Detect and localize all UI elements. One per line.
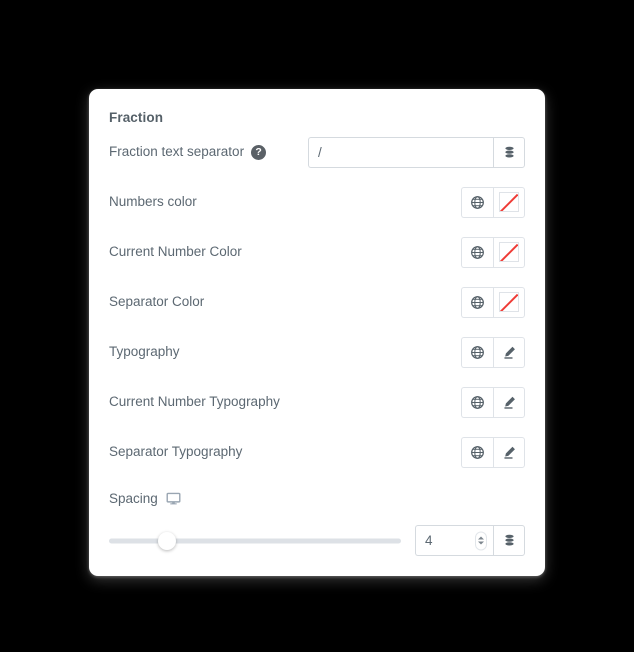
separator-input-group	[308, 136, 525, 168]
typography-controls	[461, 336, 525, 368]
row-label-group: Separator Typography	[109, 443, 242, 461]
row-label-group: Current Number Color	[109, 243, 242, 261]
globe-icon	[471, 445, 484, 459]
panel-title: Fraction	[109, 110, 164, 125]
fraction-settings-panel: Fraction Fraction text separator ? / Num…	[89, 89, 545, 576]
separator-typography-label: Separator Typography	[109, 444, 243, 459]
pencil-edit-icon	[503, 446, 515, 459]
current-number-typography-label: Current Number Typography	[109, 394, 280, 409]
pencil-edit-icon	[503, 396, 515, 409]
globe-icon	[471, 195, 484, 209]
spacing-number-field	[415, 525, 493, 556]
spacing-controls	[109, 525, 525, 556]
separator-color-controls	[461, 286, 525, 318]
globe-icon	[471, 245, 484, 259]
typography-edit-button[interactable]	[493, 336, 525, 368]
current-number-color-label: Current Number Color	[109, 244, 242, 259]
globe-icon	[471, 295, 484, 309]
numbers-color-global-button[interactable]	[461, 186, 493, 218]
spacing-header: Spacing	[109, 485, 525, 511]
typography-global-button[interactable]	[461, 336, 493, 368]
row-label-group: Current Number Typography	[109, 393, 280, 411]
numbers-color-controls	[461, 186, 525, 218]
current-number-color-swatch-button[interactable]	[493, 236, 525, 268]
fraction-separator-input[interactable]	[308, 136, 493, 168]
row-label-group: Numbers color	[109, 193, 197, 211]
separator-typography-global-button[interactable]	[461, 436, 493, 468]
database-icon	[504, 146, 514, 157]
chevron-up-icon[interactable]	[478, 536, 484, 540]
spacing-control-block: Spacing	[109, 477, 525, 556]
desktop-monitor-icon[interactable]	[166, 491, 181, 506]
row-current-number-typography: Current Number Typography	[109, 377, 525, 427]
typography-label: Typography	[109, 344, 180, 359]
row-fraction-text-separator: Fraction text separator ?	[109, 127, 525, 177]
row-separator-color: Separator Color	[109, 277, 525, 327]
separator-color-swatch-button[interactable]	[493, 286, 525, 318]
numbers-color-swatch-button[interactable]	[493, 186, 525, 218]
current-number-typography-global-button[interactable]	[461, 386, 493, 418]
separator-color-global-button[interactable]	[461, 286, 493, 318]
fraction-text-separator-label: Fraction text separator	[109, 144, 245, 159]
row-label-group: Separator Color	[109, 293, 204, 311]
empty-color-swatch-icon	[499, 242, 519, 262]
spacing-label: Spacing	[109, 490, 158, 506]
database-icon	[504, 534, 514, 546]
separator-typography-edit-button[interactable]	[493, 436, 525, 468]
globe-icon	[471, 345, 484, 359]
chevron-down-icon[interactable]	[478, 541, 484, 545]
empty-color-swatch-icon	[499, 192, 519, 212]
row-typography: Typography	[109, 327, 525, 377]
separator-color-label: Separator Color	[109, 294, 205, 309]
current-number-color-controls	[461, 236, 525, 268]
globe-icon	[471, 395, 484, 409]
row-label-group: Fraction text separator ?	[109, 143, 267, 161]
spacing-number-group	[415, 525, 525, 556]
current-number-typography-controls	[461, 386, 525, 418]
separator-typography-controls	[461, 436, 525, 468]
current-number-color-global-button[interactable]	[461, 236, 493, 268]
numbers-color-label: Numbers color	[109, 194, 197, 209]
row-label-group: Typography	[109, 343, 180, 361]
current-number-typography-edit-button[interactable]	[493, 386, 525, 418]
dynamic-tags-database-icon-button[interactable]	[493, 136, 525, 168]
help-circle-icon[interactable]: ?	[251, 144, 267, 160]
screen-background: Fraction Fraction text separator ? / Num…	[0, 0, 634, 652]
spacing-dynamic-tags-button[interactable]	[493, 525, 525, 556]
row-numbers-color: Numbers color	[109, 177, 525, 227]
row-separator-typography: Separator Typography	[109, 427, 525, 477]
pencil-edit-icon	[503, 346, 515, 359]
spacing-slider-handle[interactable]	[158, 531, 177, 550]
empty-color-swatch-icon	[499, 292, 519, 312]
row-current-number-color: Current Number Color	[109, 227, 525, 277]
spacing-slider[interactable]	[109, 531, 401, 550]
spacing-stepper[interactable]	[475, 531, 487, 550]
spacing-slider-track	[109, 538, 401, 543]
